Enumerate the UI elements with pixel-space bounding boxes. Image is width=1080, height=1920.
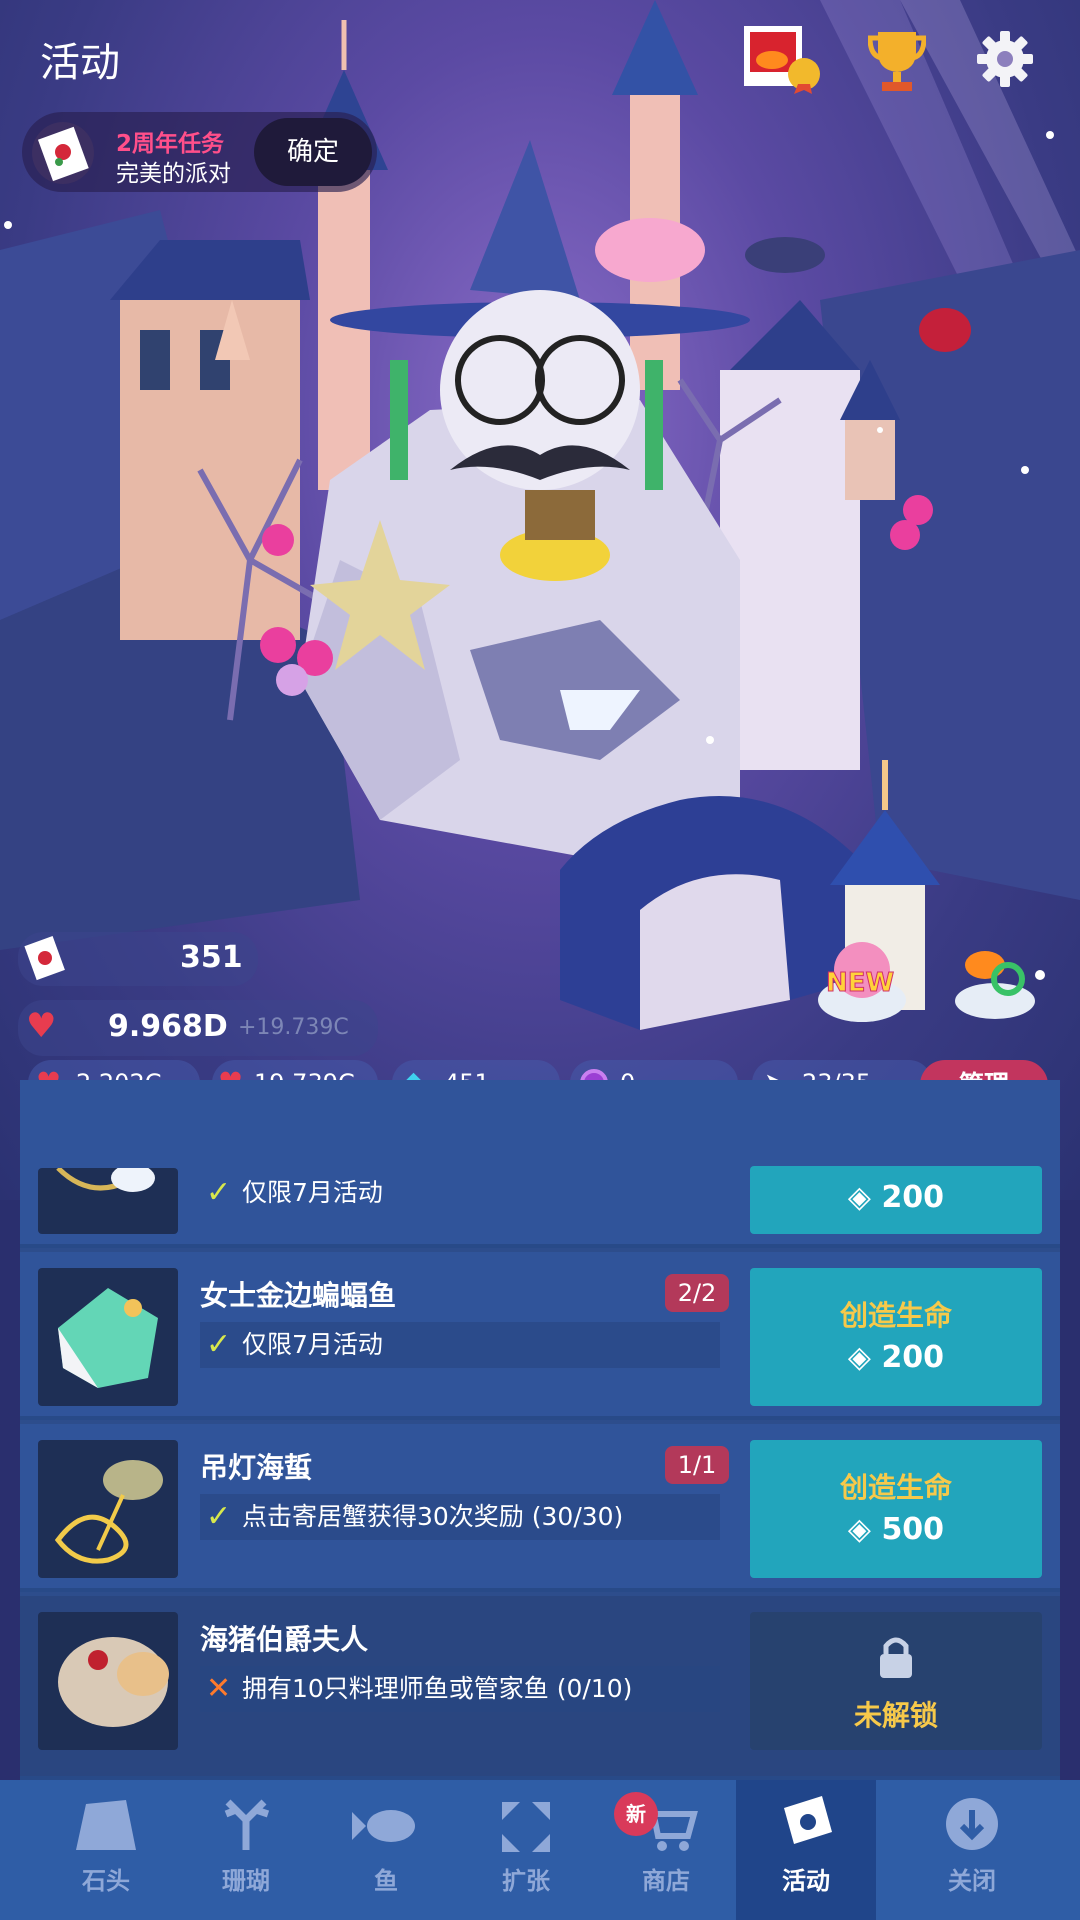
button-label: 创造生命 [839,1299,952,1332]
heart-icon: ♥ [26,1006,57,1046]
locked-button[interactable]: 未解锁 [750,1612,1042,1750]
list-item: 女士金边蝙蝠鱼 2/2 ✓ 仅限7月活动 创造生命 ◈ 200 [20,1252,1060,1420]
settings-gear-icon[interactable] [976,30,1034,88]
item-name: 女士金边蝙蝠鱼 [200,1279,397,1312]
item-requirement: ✕ 拥有10只料理师鱼或管家鱼 (0/10) [200,1666,720,1712]
gem-outline-icon: ◈ [847,1340,882,1375]
new-label: NEW [825,968,895,999]
gem-outline-icon: ◈ [847,1512,882,1547]
tab-coral[interactable]: 珊瑚 [176,1780,316,1920]
item-requirement: ✓ 仅限7月活动 [200,1170,720,1216]
rose-card-small-icon [20,934,70,984]
item-requirement: ✓ 点击寄居蟹获得30次奖励 (30/30) [200,1494,720,1540]
tab-events[interactable]: 活动 [736,1780,876,1920]
fish-thumbnail [38,1268,178,1406]
shop-new-badge: 新 [614,1792,658,1836]
create-life-button[interactable]: ◈ 200 [750,1166,1042,1234]
trophy-icon[interactable] [867,28,927,92]
quest-title: 2周年任务 [116,131,225,157]
item-count-badge: 2/2 [665,1274,729,1312]
list-item: ✓ 仅限7月活动 ◈ 200 [20,1080,1060,1248]
page-title: 活动 [40,40,120,86]
check-icon: ✓ [206,1175,232,1210]
create-life-button[interactable]: 创造生命 ◈ 500 [750,1440,1042,1578]
tab-expand[interactable]: 扩张 [456,1780,596,1920]
tab-fish[interactable]: 鱼 [316,1780,456,1920]
cross-icon: ✕ [206,1671,232,1706]
hearts-pill: ♥ 9.968D +19.739C [18,1000,378,1056]
fish-thumbnail [38,1612,178,1750]
fish-tab-icon [352,1810,415,1842]
card-count-value: 351 [180,940,243,975]
expand-icon [502,1802,550,1852]
item-cost: ◈ 200 [847,1180,945,1215]
list-item: 海猪伯爵夫人 ✕ 拥有10只料理师鱼或管家鱼 (0/10) 未解锁 [20,1596,1060,1780]
item-requirement: ✓ 仅限7月活动 [200,1322,720,1368]
event-item-list[interactable]: ✓ 仅限7月活动 ◈ 200 女士金边蝙蝠鱼 2/2 ✓ 仅限7月活动 创造生命… [20,1080,1060,1780]
tab-close[interactable]: 关闭 [902,1780,1042,1920]
gem-outline-icon: ◈ [847,1180,882,1215]
create-life-button[interactable]: 创造生命 ◈ 200 [750,1268,1042,1406]
hearts-value: 9.968D [108,1009,228,1044]
card-count-pill: 351 [18,932,258,986]
hearts-rate: +19.739C [238,1015,349,1040]
item-count-badge: 1/1 [665,1446,729,1484]
rose-card-icon [32,122,94,184]
item-name: 吊灯海蜇 [200,1451,313,1484]
item-cost: ◈ 500 [847,1512,945,1547]
quest-subtitle: 完美的派对 [116,161,231,187]
quest-confirm-button[interactable]: 确定 [254,118,372,186]
new-egg-icon[interactable]: NEW [812,930,912,1030]
list-item: 吊灯海蜇 1/1 ✓ 点击寄居蟹获得30次奖励 (30/30) 创造生命 ◈ 5… [20,1424,1060,1592]
stone-icon [76,1800,136,1850]
fish-thumbnail [38,1440,178,1578]
item-cost: ◈ 200 [847,1340,945,1375]
tab-stone[interactable]: 石头 [36,1780,176,1920]
coral-icon [224,1799,270,1850]
button-label: 创造生命 [839,1471,952,1504]
events-card-icon [784,1796,832,1844]
anniversary-quest-banner[interactable]: 2周年任务 完美的派对 确定 [22,112,377,192]
achievement-album-icon[interactable] [742,24,824,94]
check-icon: ✓ [206,1327,232,1362]
button-label: 未解锁 [853,1699,938,1732]
check-icon: ✓ [206,1499,232,1534]
lock-icon [876,1634,916,1680]
bottom-tab-bar: 石头 珊瑚 鱼 扩张 商店 活动 关闭 [0,1780,1080,1920]
fish-refresh-icon[interactable] [950,935,1040,1025]
fish-thumbnail [38,1168,178,1234]
item-name: 海猪伯爵夫人 [200,1623,369,1656]
close-down-icon [946,1798,998,1850]
